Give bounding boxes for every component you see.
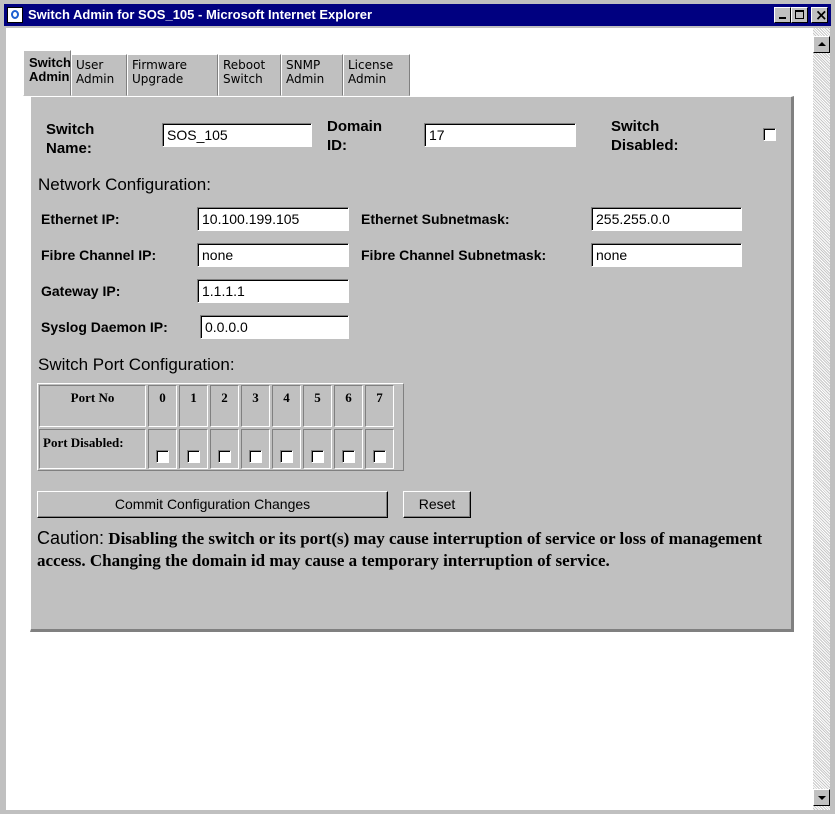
- domain-id-label: Domain ID:: [327, 117, 382, 155]
- reset-button[interactable]: Reset: [403, 491, 471, 518]
- port-disabled-cell: [210, 429, 239, 469]
- commit-changes-button[interactable]: Commit Configuration Changes: [37, 491, 388, 518]
- tab-label-line2: Admin: [348, 72, 387, 86]
- fibre-channel-ip-input[interactable]: none: [197, 243, 349, 267]
- port-number: 7: [365, 385, 394, 427]
- scroll-down-arrow-icon[interactable]: [813, 789, 830, 806]
- minimize-button[interactable]: [774, 7, 791, 23]
- switch-name-input[interactable]: SOS_105: [162, 123, 312, 147]
- port-number: 5: [303, 385, 332, 427]
- port-number: 2: [210, 385, 239, 427]
- port-disabled-cell: [365, 429, 394, 469]
- fibre-channel-ip-label: Fibre Channel IP:: [41, 247, 157, 263]
- port-disabled-cell: [272, 429, 301, 469]
- label-line: Disabled:: [611, 137, 679, 154]
- syslog-daemon-ip-label: Syslog Daemon IP:: [41, 319, 168, 335]
- tab-label-line2: Admin: [286, 72, 325, 86]
- maximize-button[interactable]: [791, 7, 808, 23]
- tab-label-line2: Switch: [223, 72, 263, 86]
- browser-window: Switch Admin for SOS_105 - Microsoft Int…: [0, 0, 835, 814]
- port-config-heading: Switch Port Configuration:: [38, 355, 235, 374]
- syslog-daemon-ip-input[interactable]: 0.0.0.0: [200, 315, 349, 339]
- tab-firmware-upgrade[interactable]: Firmware Upgrade: [127, 54, 218, 96]
- tab-label-line1: Switch: [29, 55, 71, 70]
- port-4-disabled-checkbox[interactable]: [280, 450, 293, 463]
- caution-label: Caution:: [37, 528, 105, 548]
- switch-name-label: Switch Name:: [46, 120, 94, 158]
- internet-explorer-icon: [7, 7, 23, 23]
- tab-label-line2: Upgrade: [132, 72, 184, 86]
- tab-license-admin[interactable]: License Admin: [343, 54, 410, 96]
- gateway-ip-input[interactable]: 1.1.1.1: [197, 279, 349, 303]
- tab-label-line2: Admin: [29, 69, 70, 84]
- port-2-disabled-checkbox[interactable]: [218, 450, 231, 463]
- port-7-disabled-checkbox[interactable]: [373, 450, 386, 463]
- fibre-channel-subnetmask-label: Fibre Channel Subnetmask:: [361, 247, 547, 263]
- port-number: 3: [241, 385, 270, 427]
- tab-label-line1: SNMP: [286, 58, 321, 72]
- switch-disabled-label: Switch Disabled:: [611, 117, 679, 155]
- ethernet-ip-label: Ethernet IP:: [41, 211, 120, 227]
- tab-label-line1: License: [348, 58, 394, 72]
- port-no-header: Port No: [39, 385, 146, 427]
- fibre-channel-subnetmask-input[interactable]: none: [591, 243, 742, 267]
- port-1-disabled-checkbox[interactable]: [187, 450, 200, 463]
- caution-message: Caution: Disabling the switch or its por…: [37, 527, 797, 572]
- tab-user-admin[interactable]: User Admin: [71, 54, 127, 96]
- close-button[interactable]: ×: [811, 6, 828, 24]
- label-line: ID:: [327, 137, 347, 154]
- tab-switch-admin[interactable]: Switch Admin: [23, 50, 71, 96]
- tab-snmp-admin[interactable]: SNMP Admin: [281, 54, 343, 96]
- port-disabled-cell: [303, 429, 332, 469]
- title-bar[interactable]: Switch Admin for SOS_105 - Microsoft Int…: [4, 4, 831, 26]
- label-line: Domain: [327, 118, 383, 135]
- tab-label-line1: Firmware: [132, 58, 187, 72]
- port-number: 0: [148, 385, 177, 427]
- port-5-disabled-checkbox[interactable]: [311, 450, 324, 463]
- window-title: Switch Admin for SOS_105 - Microsoft Int…: [28, 7, 373, 22]
- tab-label-line1: User: [76, 58, 104, 72]
- label-line: Switch: [46, 121, 95, 138]
- network-config-heading: Network Configuration:: [38, 175, 211, 194]
- tab-label-line2: Admin: [76, 72, 115, 86]
- port-disabled-cell: [148, 429, 177, 469]
- domain-id-input[interactable]: 17: [424, 123, 576, 147]
- tab-reboot-switch[interactable]: Reboot Switch: [218, 54, 281, 96]
- label-line: Switch: [611, 118, 660, 135]
- close-icon: ×: [815, 6, 828, 24]
- port-disabled-cell: [334, 429, 363, 469]
- ethernet-subnetmask-label: Ethernet Subnetmask:: [361, 211, 510, 227]
- port-table: Port No 0 1 2 3 4 5 6 7 Port Disabled:: [37, 383, 404, 471]
- vertical-scrollbar[interactable]: [813, 28, 830, 810]
- port-disabled-cell: [179, 429, 208, 469]
- port-disabled-header: Port Disabled:: [39, 429, 146, 469]
- port-number: 6: [334, 385, 363, 427]
- caution-text: Disabling the switch or its port(s) may …: [37, 529, 763, 570]
- port-3-disabled-checkbox[interactable]: [249, 450, 262, 463]
- port-number: 1: [179, 385, 208, 427]
- label-line: Name:: [46, 140, 92, 157]
- gateway-ip-label: Gateway IP:: [41, 283, 121, 299]
- port-number: 4: [272, 385, 301, 427]
- ethernet-ip-input[interactable]: 10.100.199.105: [197, 207, 349, 231]
- switch-disabled-checkbox[interactable]: [763, 128, 776, 141]
- port-0-disabled-checkbox[interactable]: [156, 450, 169, 463]
- scroll-up-arrow-icon[interactable]: [813, 36, 830, 53]
- port-6-disabled-checkbox[interactable]: [342, 450, 355, 463]
- ethernet-subnetmask-input[interactable]: 255.255.0.0: [591, 207, 742, 231]
- tab-label-line1: Reboot: [223, 58, 266, 72]
- port-disabled-cell: [241, 429, 270, 469]
